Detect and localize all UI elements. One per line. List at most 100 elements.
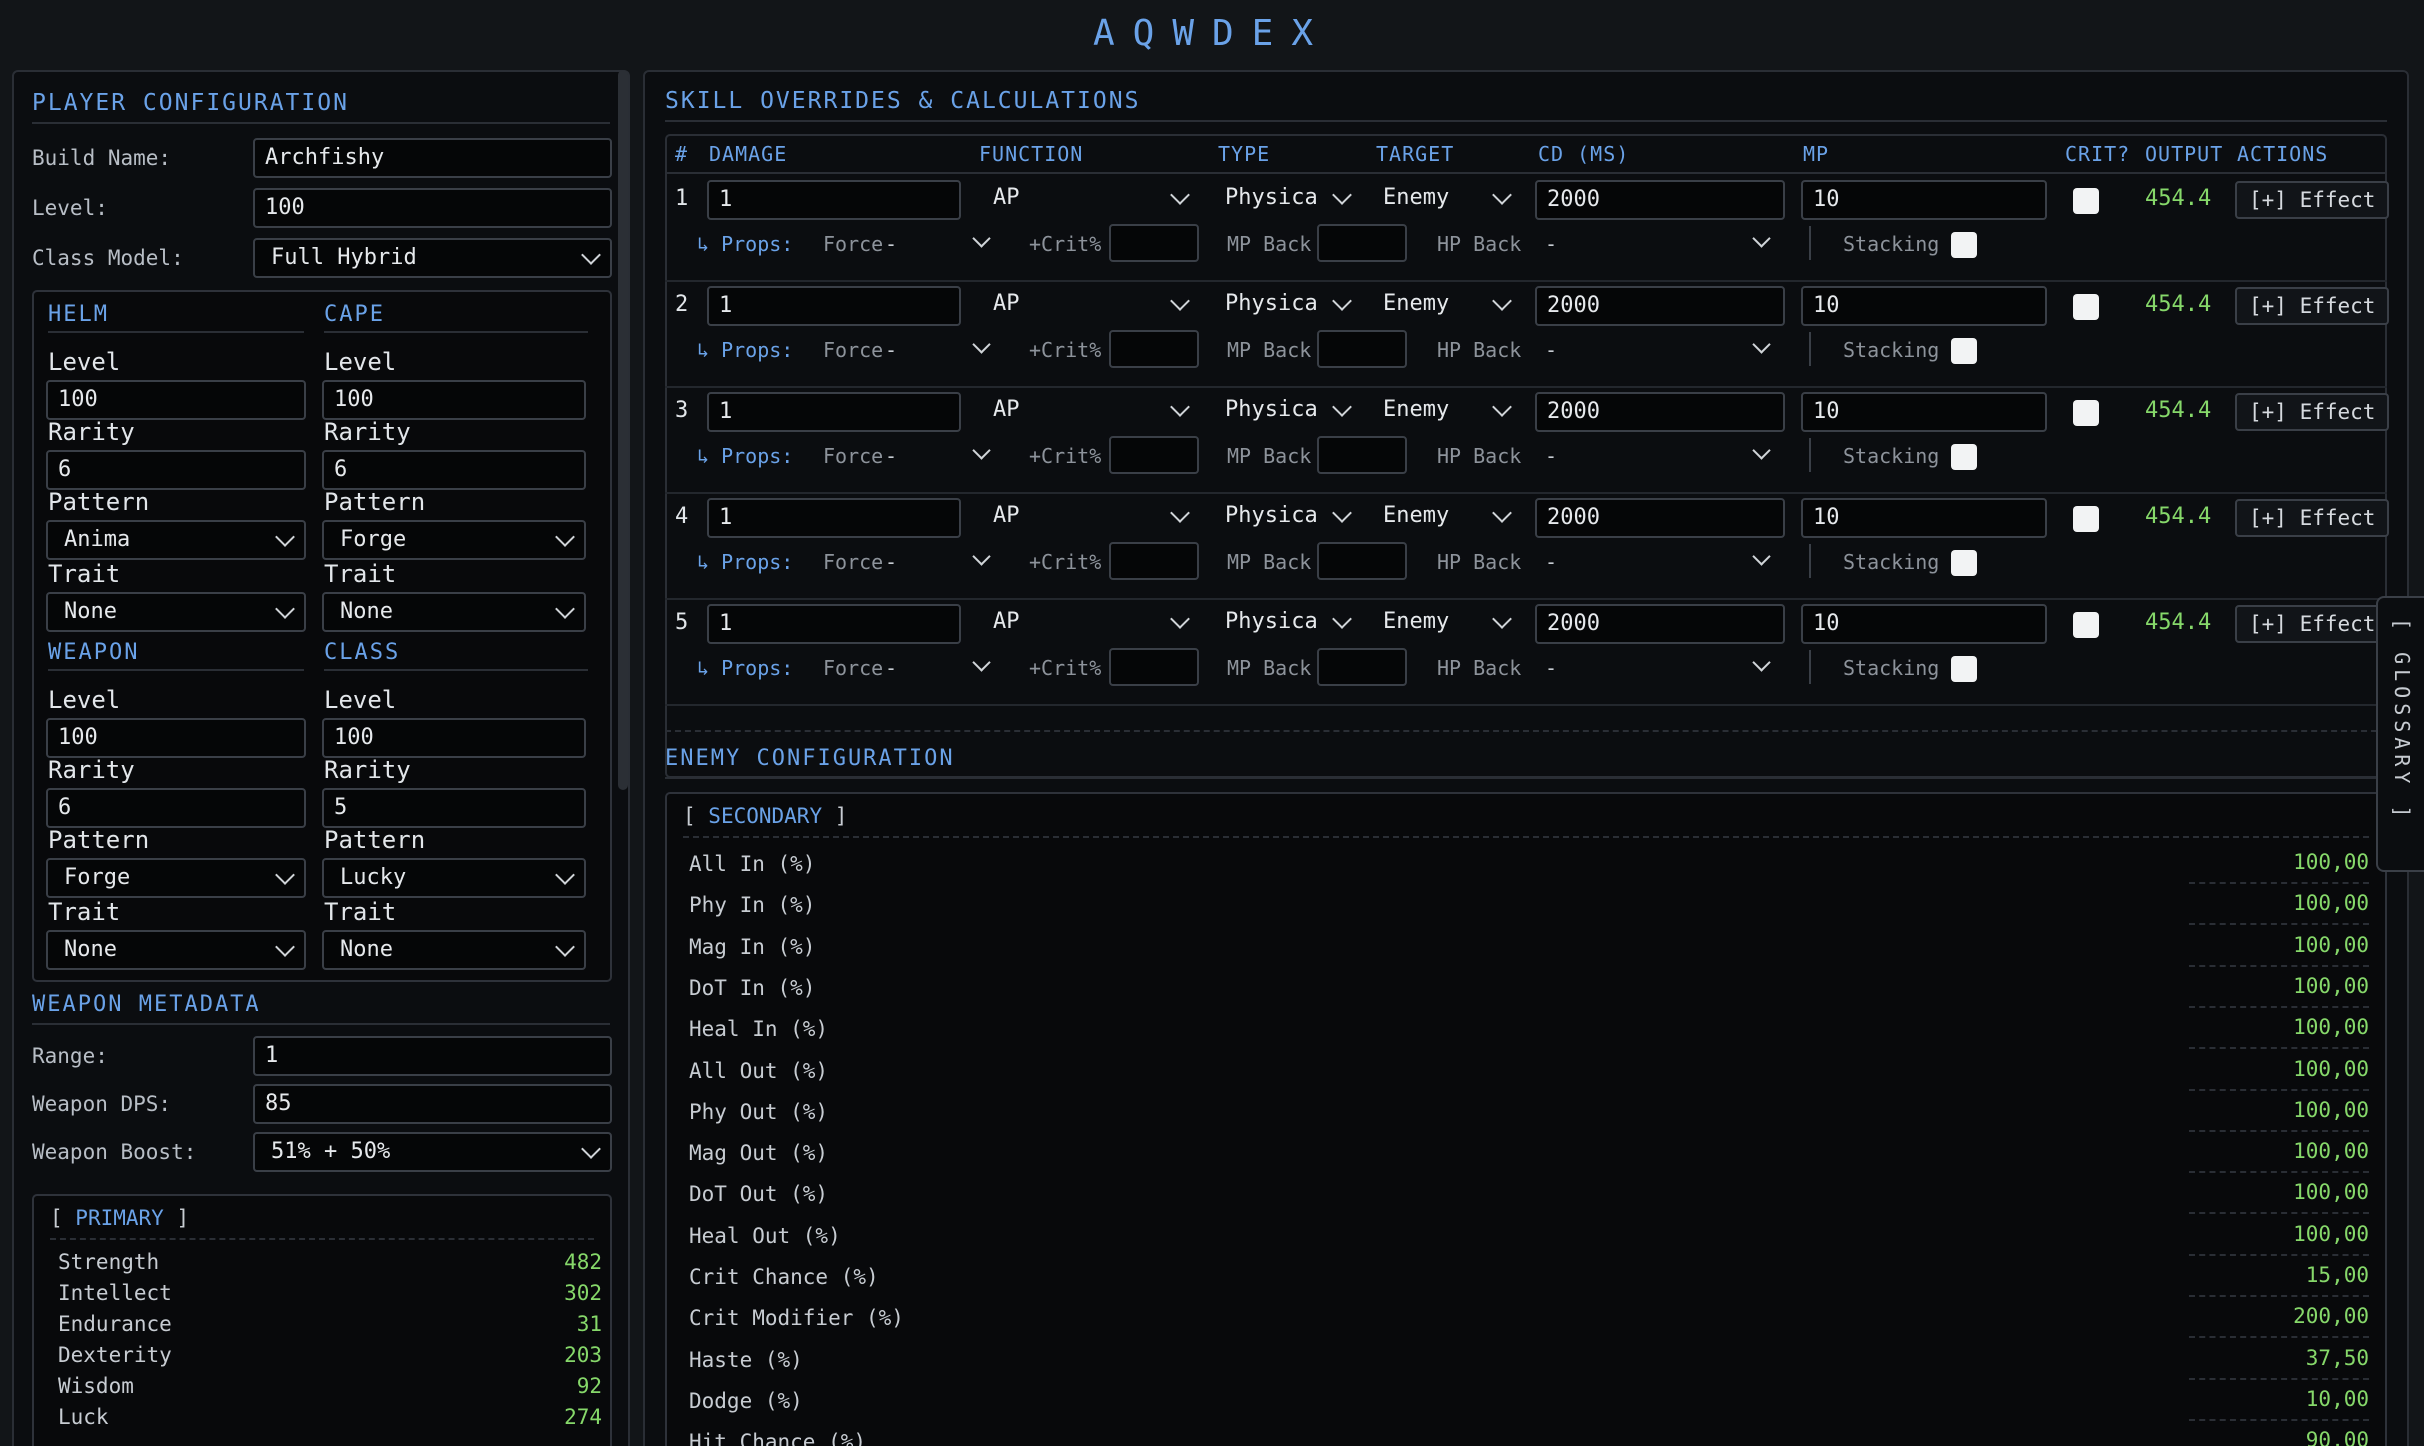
add-effect-button[interactable]: [+] Effect <box>2235 181 2390 219</box>
crit-checkbox[interactable] <box>2073 400 2099 426</box>
cape-level-input[interactable]: 100 <box>322 380 586 420</box>
force-value[interactable]: - <box>885 656 897 680</box>
crit-checkbox[interactable] <box>2073 506 2099 532</box>
mp-input[interactable]: 10 <box>1801 286 2047 326</box>
enemy-stat-value[interactable]: 200,00 <box>2293 1304 2369 1328</box>
add-effect-button[interactable]: [+] Effect <box>2235 393 2390 431</box>
type-select[interactable]: Physica <box>1213 286 1361 326</box>
class-level-input[interactable]: 100 <box>322 718 586 758</box>
enemy-stat-value[interactable]: 10,00 <box>2306 1387 2369 1411</box>
force-value[interactable]: - <box>885 338 897 362</box>
target-select[interactable]: Enemy <box>1371 392 1521 432</box>
mp-input[interactable]: 10 <box>1801 498 2047 538</box>
cd-input[interactable]: 2000 <box>1535 180 1785 220</box>
enemy-stat-value[interactable]: 100,00 <box>2293 1180 2369 1204</box>
function-select[interactable]: AP <box>977 286 1199 326</box>
enemy-stat-value[interactable]: 100,00 <box>2293 1015 2369 1039</box>
mp-input[interactable]: 10 <box>1801 180 2047 220</box>
damage-input[interactable]: 1 <box>707 286 961 326</box>
hp-back-value[interactable]: - <box>1545 338 1557 362</box>
stacking-checkbox[interactable] <box>1951 338 1977 364</box>
enemy-stat-value[interactable]: 100,00 <box>2293 1222 2369 1246</box>
weapon-dps-input[interactable]: 85 <box>253 1084 612 1124</box>
function-select[interactable]: AP <box>977 392 1199 432</box>
enemy-stat-value[interactable]: 90,00 <box>2306 1428 2369 1446</box>
mp-back-input[interactable] <box>1317 436 1407 474</box>
enemy-stat-value[interactable]: 100,00 <box>2293 1139 2369 1163</box>
cape-pattern-select[interactable]: Forge <box>322 520 586 560</box>
stacking-checkbox[interactable] <box>1951 232 1977 258</box>
hp-back-value[interactable]: - <box>1545 232 1557 256</box>
add-effect-button[interactable]: [+] Effect <box>2235 499 2390 537</box>
class-pattern-select[interactable]: Lucky <box>322 858 586 898</box>
enemy-stat-value[interactable]: 37,50 <box>2306 1346 2369 1370</box>
class-rarity-input[interactable]: 5 <box>322 788 586 828</box>
target-select[interactable]: Enemy <box>1371 286 1521 326</box>
enemy-stat-value[interactable]: 100,00 <box>2293 974 2369 998</box>
stacking-checkbox[interactable] <box>1951 550 1977 576</box>
build-name-input[interactable]: Archfishy <box>253 138 612 178</box>
crit-checkbox[interactable] <box>2073 612 2099 638</box>
crit-checkbox[interactable] <box>2073 294 2099 320</box>
function-select[interactable]: AP <box>977 498 1199 538</box>
range-input[interactable]: 1 <box>253 1036 612 1076</box>
type-select[interactable]: Physica <box>1213 180 1361 220</box>
crit-pct-input[interactable] <box>1109 330 1199 368</box>
weapon-trait-select[interactable]: None <box>46 930 306 970</box>
helm-level-input[interactable]: 100 <box>46 380 306 420</box>
hp-back-value[interactable]: - <box>1545 550 1557 574</box>
enemy-stat-value[interactable]: 100,00 <box>2293 850 2369 874</box>
cape-rarity-input[interactable]: 6 <box>322 450 586 490</box>
hp-back-value[interactable]: - <box>1545 444 1557 468</box>
enemy-stat-value[interactable]: 100,00 <box>2293 891 2369 915</box>
class-trait-select[interactable]: None <box>322 930 586 970</box>
weapon-level-input[interactable]: 100 <box>46 718 306 758</box>
add-effect-button[interactable]: [+] Effect <box>2235 605 2390 643</box>
hp-back-value[interactable]: - <box>1545 656 1557 680</box>
mp-back-input[interactable] <box>1317 224 1407 262</box>
add-effect-button[interactable]: [+] Effect <box>2235 287 2390 325</box>
damage-input[interactable]: 1 <box>707 498 961 538</box>
enemy-stat-value[interactable]: 100,00 <box>2293 1057 2369 1081</box>
function-select[interactable]: AP <box>977 180 1199 220</box>
cd-input[interactable]: 2000 <box>1535 604 1785 644</box>
class-model-select[interactable]: Full Hybrid <box>253 238 612 278</box>
type-select[interactable]: Physica <box>1213 498 1361 538</box>
force-value[interactable]: - <box>885 232 897 256</box>
crit-pct-input[interactable] <box>1109 224 1199 262</box>
type-select[interactable]: Physica <box>1213 604 1361 644</box>
crit-pct-input[interactable] <box>1109 648 1199 686</box>
function-select[interactable]: AP <box>977 604 1199 644</box>
stacking-checkbox[interactable] <box>1951 444 1977 470</box>
weapon-pattern-select[interactable]: Forge <box>46 858 306 898</box>
weapon-boost-select[interactable]: 51% + 50% <box>253 1132 612 1172</box>
stacking-checkbox[interactable] <box>1951 656 1977 682</box>
cape-trait-select[interactable]: None <box>322 592 586 632</box>
enemy-stat-value[interactable]: 15,00 <box>2306 1263 2369 1287</box>
weapon-rarity-input[interactable]: 6 <box>46 788 306 828</box>
target-select[interactable]: Enemy <box>1371 180 1521 220</box>
mp-input[interactable]: 10 <box>1801 392 2047 432</box>
helm-pattern-select[interactable]: Anima <box>46 520 306 560</box>
helm-rarity-input[interactable]: 6 <box>46 450 306 490</box>
mp-back-input[interactable] <box>1317 648 1407 686</box>
damage-input[interactable]: 1 <box>707 604 961 644</box>
mp-back-input[interactable] <box>1317 330 1407 368</box>
crit-checkbox[interactable] <box>2073 188 2099 214</box>
mp-back-input[interactable] <box>1317 542 1407 580</box>
left-scrollbar[interactable] <box>618 70 628 790</box>
glossary-tab[interactable]: [ GLOSSARY ] <box>2376 596 2424 872</box>
enemy-stat-value[interactable]: 100,00 <box>2293 933 2369 957</box>
crit-pct-input[interactable] <box>1109 436 1199 474</box>
force-value[interactable]: - <box>885 550 897 574</box>
mp-input[interactable]: 10 <box>1801 604 2047 644</box>
force-value[interactable]: - <box>885 444 897 468</box>
cd-input[interactable]: 2000 <box>1535 498 1785 538</box>
cd-input[interactable]: 2000 <box>1535 392 1785 432</box>
target-select[interactable]: Enemy <box>1371 604 1521 644</box>
target-select[interactable]: Enemy <box>1371 498 1521 538</box>
damage-input[interactable]: 1 <box>707 180 961 220</box>
helm-trait-select[interactable]: None <box>46 592 306 632</box>
crit-pct-input[interactable] <box>1109 542 1199 580</box>
cd-input[interactable]: 2000 <box>1535 286 1785 326</box>
